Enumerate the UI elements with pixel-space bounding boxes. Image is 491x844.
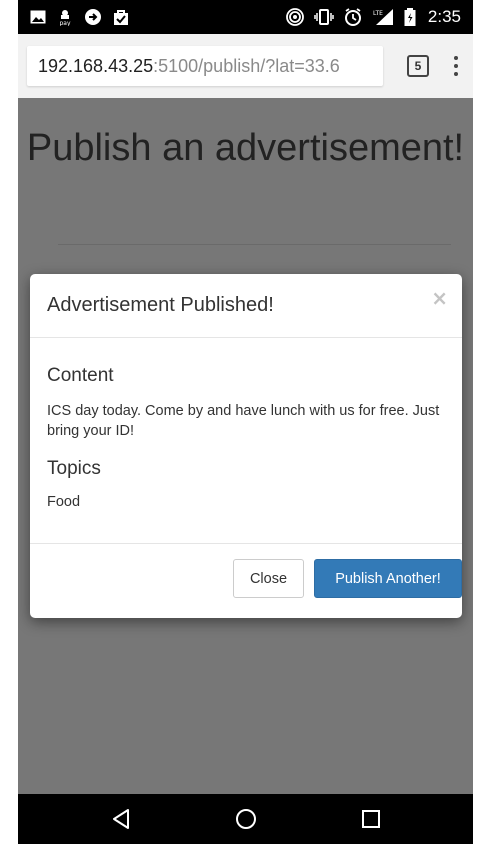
svg-text:pay: pay bbox=[59, 20, 70, 26]
status-right-icons: LTE 2:35 bbox=[286, 7, 461, 27]
status-time: 2:35 bbox=[427, 7, 461, 26]
phone-screen: pay LTE 2:35 192.168.43.25:5100/publish… bbox=[18, 0, 473, 844]
url-path: :5100/publish/?lat=33.6 bbox=[153, 55, 340, 76]
modal-body: Content ICS day today. Come by and have … bbox=[30, 338, 462, 544]
modal-header: Advertisement Published! × bbox=[30, 274, 462, 338]
content-text: ICS day today. Come by and have lunch wi… bbox=[47, 403, 440, 439]
battery-icon bbox=[404, 8, 416, 26]
shopping-bag-icon bbox=[112, 8, 130, 26]
image-icon bbox=[30, 10, 46, 24]
page-divider bbox=[58, 244, 451, 245]
topics-text: Food bbox=[47, 494, 81, 510]
back-icon[interactable] bbox=[101, 799, 141, 839]
vibrate-icon bbox=[314, 8, 334, 26]
close-button[interactable]: Close bbox=[233, 559, 304, 598]
address-bar[interactable]: 192.168.43.25:5100/publish/?lat=33.6 bbox=[27, 46, 383, 86]
published-modal: Advertisement Published! × Content ICS d… bbox=[30, 274, 462, 618]
close-icon[interactable]: × bbox=[431, 288, 448, 308]
content-heading: Content bbox=[47, 365, 114, 386]
android-pay-icon: pay bbox=[56, 8, 74, 26]
publish-another-button[interactable]: Publish Another! bbox=[314, 559, 462, 598]
modal-title: Advertisement Published! bbox=[47, 294, 274, 316]
tab-switcher-button[interactable]: 5 bbox=[407, 55, 429, 77]
topics-heading: Topics bbox=[47, 458, 101, 479]
alarm-icon bbox=[344, 8, 362, 26]
page-title: Publish an advertisement! bbox=[26, 127, 465, 169]
lte-signal-icon: LTE bbox=[372, 8, 394, 26]
redirect-icon bbox=[84, 8, 102, 26]
hotspot-icon bbox=[286, 8, 304, 26]
recents-icon[interactable] bbox=[351, 799, 391, 839]
modal-footer: Close Publish Another! bbox=[30, 544, 462, 618]
navigation-bar bbox=[18, 794, 473, 844]
browser-toolbar: 192.168.43.25:5100/publish/?lat=33.6 5 bbox=[18, 34, 473, 98]
svg-text:LTE: LTE bbox=[373, 10, 383, 17]
status-left-icons: pay bbox=[30, 8, 130, 26]
overflow-menu-icon[interactable] bbox=[451, 56, 461, 76]
home-icon[interactable] bbox=[226, 799, 266, 839]
url-host: 192.168.43.25 bbox=[38, 55, 154, 76]
status-bar: pay LTE 2:35 bbox=[18, 0, 473, 34]
